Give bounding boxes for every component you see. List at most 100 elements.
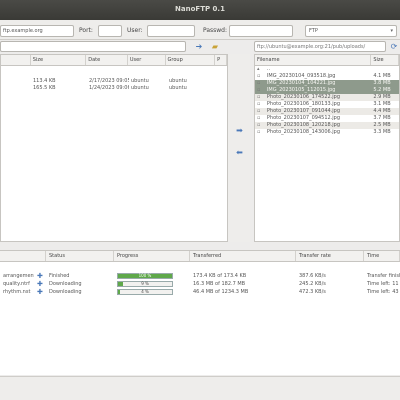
remote-row[interactable]: ▫ Photo_20230107_091044.jpg 4.4 MB [255,108,399,115]
refresh-icon[interactable]: ⟳ [388,41,400,52]
remote-row-name: Photo_20230106_174522.jpg [266,94,341,100]
remote-column-headers: Filename Size [255,55,399,66]
transfer-column-headers: Status Progress Transferred Transfer rat… [0,251,400,262]
remote-row[interactable]: ▫ Photo_20230106_174522.jpg 2.9 MB [255,94,399,101]
local-row[interactable]: 113.4 KB 2/17/2023 09:05:00 ubuntu ubunt… [1,78,227,85]
remote-row[interactable]: ▫ Photo_20230107_094512.jpg 3.7 MB [255,115,399,122]
file-icon: ▫ [257,87,261,93]
file-icon: ▫ [257,80,261,86]
transfer-transferred: 16.3 MB of 182.7 MB [193,281,246,287]
host-input[interactable]: ftp.example.org [0,25,74,37]
protocol-select[interactable]: FTP ▾ [305,25,397,37]
local-col-group[interactable]: Group [166,55,216,65]
remote-col-size[interactable]: Size [371,55,399,65]
remote-row-size: 5.2 MB [373,87,391,93]
local-col-size[interactable]: Size [31,55,87,65]
progress-bar: 9 % [117,281,173,287]
local-col-date[interactable]: Date [86,55,128,65]
progress-bar: 4 % [117,289,173,295]
remote-row-name: Photo_20230106_180133.jpg [266,101,341,107]
local-row[interactable]: 165.5 KB 1/24/2023 09:06:00 ubuntu ubunt… [1,85,227,92]
local-col-perm[interactable]: P [215,55,227,65]
transfer-status-icon: ✚ [37,280,43,288]
local-path-input[interactable] [0,41,186,52]
local-column-headers: Size Date User Group P [1,55,227,66]
local-row-user: ubuntu [131,78,149,84]
port-input[interactable] [98,25,122,37]
transfer-name: rhythm.nst [3,289,31,295]
transfer-col-name[interactable] [0,251,46,261]
transfer-col-transferred[interactable]: Transferred [190,251,296,261]
remote-row[interactable]: ▫ IMG_20230104_104221.jpg 3.8 MB [255,80,399,87]
transfer-progress-cell: 4 % [114,289,190,295]
remote-row-name: Photo_20230108_143006.jpg [266,129,341,135]
remote-rows: ▴.. ▫ IMG_20230104_093518.jpg 4.1 MB ▫ IMG_20… [255,66,399,136]
remote-path-bar: ftp://ubuntu@example.org:21/pub/uploads/… [254,40,400,54]
transfer-time: Transfer finished [367,273,400,279]
transfer-col-progress[interactable]: Progress [114,251,190,261]
transfer-rate: 387.6 KB/s [299,273,326,279]
transfer-rows: arrangement.bigim✚Finished100 %173.4 KB … [0,272,400,296]
remote-path-input[interactable]: ftp://ubuntu@example.org:21/pub/uploads/ [254,41,386,52]
transfer-time: Time left: 43 min [367,289,400,295]
remote-row[interactable]: ▴.. [255,66,399,73]
transfer-row[interactable]: arrangement.bigim✚ Finished 100 % 173.4 KB … [0,272,400,280]
file-icon: ▫ [257,122,261,128]
remote-row[interactable]: ▫ Photo_20230108_143006.jpg 3.3 MB [255,129,399,136]
remote-col-filename[interactable]: Filename [255,55,372,65]
password-input[interactable] [229,25,293,37]
transfer-direction-panel: ➡ ⬅ [228,54,250,242]
password-label: Passwd: [203,27,228,34]
transfer-col-time[interactable]: Time [364,251,400,261]
local-row-name [1,85,31,92]
local-col-user[interactable]: User [128,55,166,65]
connection-toolbar: ftp.example.org Port: User: Passwd: FTP … [0,20,400,40]
transfer-row[interactable]: quality.ntrf ✚ Downloading 9 % 16.3 MB of 18… [0,280,400,288]
file-icon: ▫ [257,129,261,135]
local-row-group: ubuntu [169,85,187,91]
title-bar: NanoFTP 0.1 [0,0,400,20]
remote-row-name: Photo_20230108_120218.jpg [266,122,341,128]
local-col-name[interactable] [1,55,31,65]
progress-text: 4 % [141,289,149,294]
remote-row-name: IMG_20230104_093518.jpg [266,73,336,79]
remote-row[interactable]: ▫ Photo_20230108_120218.jpg 2.5 MB [255,122,399,129]
transfer-status: Finished [49,273,70,279]
file-icon: ▫ [257,94,261,100]
progress-text: 100 % [138,273,152,278]
upload-arrow-icon[interactable]: ➡ [234,126,245,135]
window-title: NanoFTP 0.1 [175,5,225,13]
go-icon[interactable]: ➔ [193,41,205,52]
transfer-transferred: 173.4 KB of 173.4 KB [193,273,247,279]
remote-row-size: 3.8 MB [373,80,391,86]
user-input[interactable] [147,25,195,37]
port-label: Port: [79,27,93,34]
file-icon: ▫ [257,108,261,114]
local-row-size: 113.4 KB [33,78,56,84]
chevron-down-icon: ▾ [390,28,393,34]
transfer-queue: Status Progress Transferred Transfer rat… [0,250,400,375]
file-icon: ▫ [257,115,261,121]
transfer-status-icon: ✚ [37,288,43,296]
transfer-rate: 245.2 KB/s [299,281,326,287]
download-arrow-icon[interactable]: ⬅ [234,148,245,157]
local-row-date: 1/24/2023 09:06:00 [89,85,129,91]
remote-row-size: 4.4 MB [373,108,391,114]
remote-row[interactable]: ▫ IMG_20230104_093518.jpg 4.1 MB [255,73,399,80]
progress-text: 9 % [141,281,149,286]
transfer-rate: 472.3 KB/s [299,289,326,295]
local-row-size: 165.5 KB [33,85,56,91]
progress-bar: 100 % [117,273,173,279]
remote-row[interactable]: ▫ IMG_20230105_112015.jpg 5.2 MB [255,87,399,94]
status-bar [0,376,400,400]
transfer-col-rate[interactable]: Transfer rate [296,251,364,261]
remote-row-size: 4.1 MB [373,73,391,79]
local-row-group: ubuntu [169,78,187,84]
remote-row[interactable]: ▫ Photo_20230106_180133.jpg 3.1 MB [255,101,399,108]
local-file-list: Size Date User Group P 113.4 KB 2/17/202… [0,54,228,242]
transfer-row[interactable]: rhythm.nst ✚ Downloading 4 % 46.4 MB of 1234… [0,288,400,296]
transfer-col-status[interactable]: Status [46,251,114,261]
parent-folder-icon: ▴ [257,66,260,72]
folder-icon[interactable]: ▰ [209,41,221,52]
remote-row-size: 2.9 MB [373,94,391,100]
